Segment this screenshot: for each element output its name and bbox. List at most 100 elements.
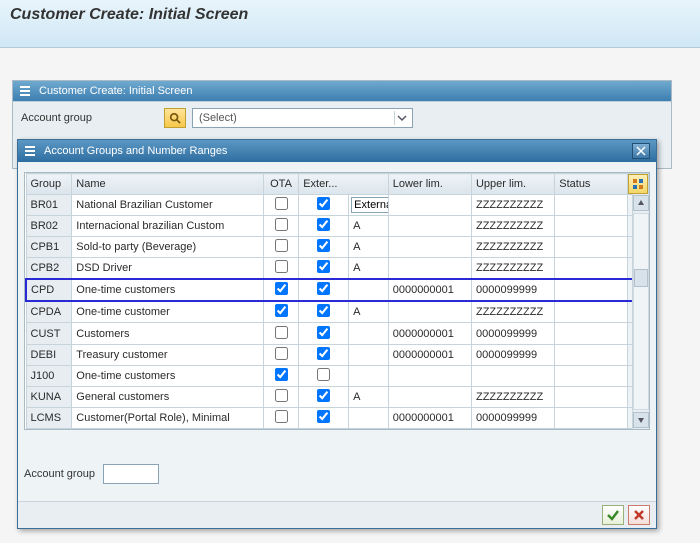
table-row[interactable]: CPDOne-time customers0000000001000009999… xyxy=(26,279,649,301)
cell-extern-check[interactable] xyxy=(299,386,349,407)
cell-extern-text[interactable] xyxy=(349,279,389,301)
scroll-up-icon[interactable] xyxy=(633,195,649,211)
ota-checkbox[interactable] xyxy=(275,347,288,360)
cell-status[interactable] xyxy=(555,386,628,407)
ota-checkbox[interactable] xyxy=(275,304,288,317)
table-row[interactable]: CUSTCustomers 00000000010000099999 xyxy=(26,323,649,344)
cell-lower[interactable] xyxy=(388,258,471,280)
cell-ota[interactable] xyxy=(263,386,298,407)
cell-ota[interactable] xyxy=(263,258,298,280)
search-help-button[interactable] xyxy=(164,108,186,128)
table-row[interactable]: KUNAGeneral customersAZZZZZZZZZZ xyxy=(26,386,649,407)
extern-checkbox[interactable] xyxy=(317,389,330,402)
cell-name[interactable]: Sold-to party (Beverage) xyxy=(72,237,264,258)
ota-checkbox[interactable] xyxy=(275,389,288,402)
ota-checkbox[interactable] xyxy=(275,326,288,339)
ota-checkbox[interactable] xyxy=(275,260,288,273)
cell-lower[interactable]: 0000000001 xyxy=(388,407,471,428)
extern-checkbox[interactable] xyxy=(317,326,330,339)
cell-ota[interactable] xyxy=(263,323,298,344)
cell-status[interactable] xyxy=(555,407,628,428)
cell-name[interactable]: Treasury customer xyxy=(72,344,264,365)
scroll-thumb[interactable] xyxy=(634,269,648,287)
cell-group[interactable]: CPDA xyxy=(26,301,72,323)
col-name[interactable]: Name xyxy=(72,174,264,195)
cell-group[interactable]: J100 xyxy=(26,365,72,386)
extern-checkbox[interactable] xyxy=(317,368,330,381)
cell-lower[interactable] xyxy=(388,301,471,323)
extern-checkbox[interactable] xyxy=(317,410,330,423)
cell-lower[interactable] xyxy=(388,195,471,216)
table-row[interactable]: CPDAOne-time customer A ZZZZZZZZZZ xyxy=(26,301,649,323)
cell-extern-check[interactable] xyxy=(299,195,349,216)
cell-extern-check[interactable] xyxy=(299,323,349,344)
cell-extern-text[interactable] xyxy=(349,323,389,344)
ota-checkbox[interactable] xyxy=(275,218,288,231)
cell-ota[interactable] xyxy=(263,344,298,365)
cell-status[interactable] xyxy=(555,195,628,216)
cell-name[interactable]: One-time customers xyxy=(72,365,264,386)
cell-status[interactable] xyxy=(555,279,628,301)
cell-group[interactable]: CUST xyxy=(26,323,72,344)
cell-name[interactable]: Internacional brazilian Custom xyxy=(72,216,264,237)
cell-upper[interactable]: 0000099999 xyxy=(471,279,554,301)
cell-name[interactable]: DSD Driver xyxy=(72,258,264,280)
extern-checkbox[interactable] xyxy=(317,304,330,317)
ota-checkbox[interactable] xyxy=(275,239,288,252)
cell-upper[interactable]: 0000099999 xyxy=(471,323,554,344)
col-upper[interactable]: Upper lim. xyxy=(471,174,554,195)
cell-extern-check[interactable] xyxy=(299,407,349,428)
cell-upper[interactable]: ZZZZZZZZZZ xyxy=(471,237,554,258)
cell-group[interactable]: BR01 xyxy=(26,195,72,216)
cell-extern-text[interactable]: A xyxy=(349,237,389,258)
cell-upper[interactable]: ZZZZZZZZZZ xyxy=(471,216,554,237)
cell-extern-text[interactable] xyxy=(349,407,389,428)
cell-group[interactable]: CPB1 xyxy=(26,237,72,258)
cell-extern-check[interactable] xyxy=(299,279,349,301)
extern-checkbox[interactable] xyxy=(317,239,330,252)
cell-upper[interactable]: ZZZZZZZZZZ xyxy=(471,258,554,280)
cell-extern-text[interactable] xyxy=(349,195,389,216)
table-row[interactable]: CPB2DSD DriverAZZZZZZZZZZ xyxy=(26,258,649,280)
table-row[interactable]: BR01National Brazilian CustomerZZZZZZZZZ… xyxy=(26,195,649,216)
cell-extern-text[interactable]: A xyxy=(349,216,389,237)
col-group[interactable]: Group xyxy=(26,174,72,195)
cell-status[interactable] xyxy=(555,237,628,258)
configure-columns[interactable] xyxy=(628,174,649,195)
cell-name[interactable]: Customer(Portal Role), Minimal xyxy=(72,407,264,428)
cell-upper[interactable]: 0000099999 xyxy=(471,344,554,365)
extern-input[interactable] xyxy=(351,197,388,213)
cell-extern-check[interactable] xyxy=(299,258,349,280)
cell-status[interactable] xyxy=(555,301,628,323)
scroll-down-icon[interactable] xyxy=(633,412,649,428)
account-group-select[interactable]: (Select) xyxy=(192,108,413,128)
cell-ota[interactable] xyxy=(263,195,298,216)
ota-checkbox[interactable] xyxy=(275,368,288,381)
col-status[interactable]: Status xyxy=(555,174,628,195)
cell-extern-check[interactable] xyxy=(299,237,349,258)
ota-checkbox[interactable] xyxy=(275,197,288,210)
grid-table[interactable]: Group Name OTA Exter... Lower lim. Upper… xyxy=(25,173,649,429)
cell-name[interactable]: One-time customers xyxy=(72,279,264,301)
close-button[interactable] xyxy=(632,143,650,159)
cell-ota[interactable] xyxy=(263,301,298,323)
extern-checkbox[interactable] xyxy=(317,218,330,231)
cell-upper[interactable]: 0000099999 xyxy=(471,407,554,428)
cell-name[interactable]: General customers xyxy=(72,386,264,407)
cell-upper[interactable] xyxy=(471,365,554,386)
cell-extern-text[interactable]: A xyxy=(349,301,389,323)
cell-upper[interactable]: ZZZZZZZZZZ xyxy=(471,301,554,323)
cell-name[interactable]: Customers xyxy=(72,323,264,344)
cell-lower[interactable]: 0000000001 xyxy=(388,279,471,301)
cell-ota[interactable] xyxy=(263,216,298,237)
scroll-track[interactable] xyxy=(633,213,649,410)
cell-extern-text[interactable]: A xyxy=(349,258,389,280)
cell-lower[interactable] xyxy=(388,216,471,237)
cell-lower[interactable]: 0000000001 xyxy=(388,323,471,344)
footer-account-group-input[interactable] xyxy=(103,464,159,484)
cell-lower[interactable] xyxy=(388,365,471,386)
cell-name[interactable]: One-time customer xyxy=(72,301,264,323)
cell-group[interactable]: BR02 xyxy=(26,216,72,237)
cancel-button[interactable] xyxy=(628,505,650,525)
ota-checkbox[interactable] xyxy=(275,282,288,295)
